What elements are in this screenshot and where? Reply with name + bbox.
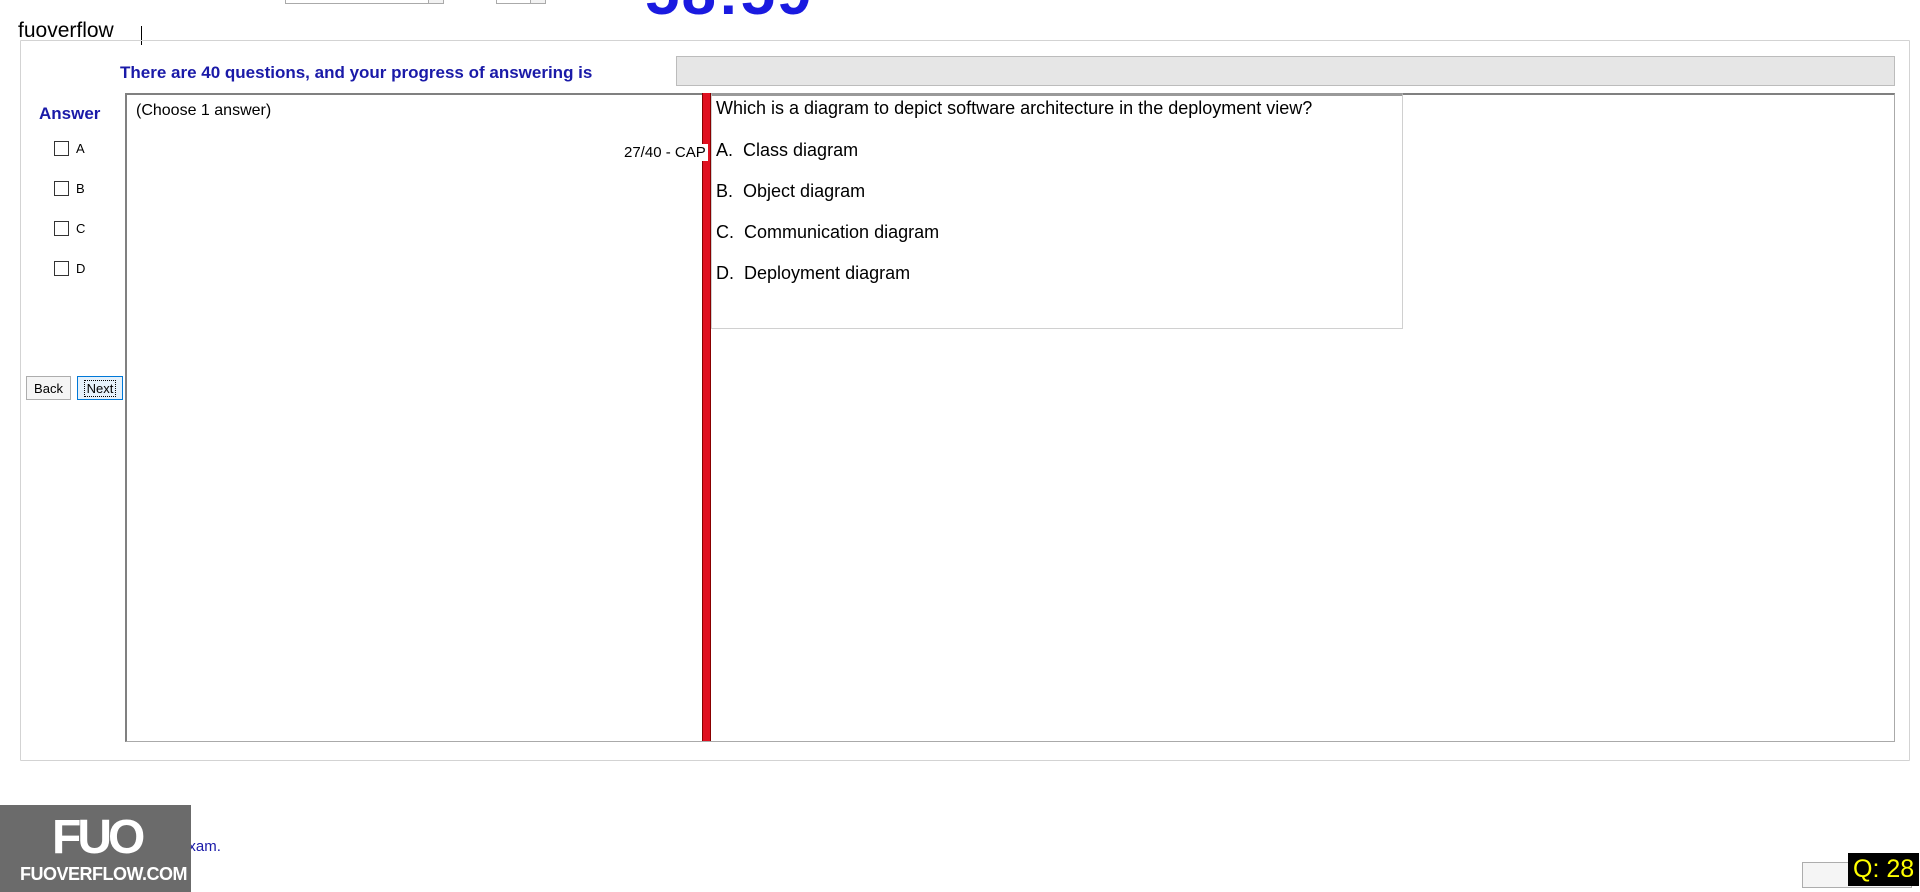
back-button[interactable]: Back	[26, 376, 71, 400]
spin-button[interactable]	[530, 0, 545, 3]
answer-title: Answer	[39, 104, 101, 123]
checkbox[interactable]	[54, 260, 69, 276]
choose-instruction: (Choose 1 answer)	[136, 102, 272, 119]
choice-label: B	[76, 180, 85, 196]
question-badge: Q: 28	[1848, 853, 1920, 886]
option-letter: B.	[716, 181, 734, 201]
choice-label: D	[76, 260, 86, 276]
exam-timer: 58:59	[645, 0, 814, 29]
progress-bar	[676, 56, 1895, 86]
option-a: A. Class diagram	[716, 140, 858, 161]
top-combo-box[interactable]	[285, 0, 444, 4]
answer-choice-d[interactable]: D	[54, 259, 85, 277]
option-text: Communication diagram	[744, 222, 940, 242]
answer-choice-b[interactable]: B	[54, 179, 85, 197]
progress-label: There are 40 questions, and your progres…	[120, 63, 593, 82]
checkbox[interactable]	[54, 180, 69, 196]
question-number-overlay: 27/40 - CAP	[622, 144, 708, 161]
checkbox[interactable]	[54, 140, 69, 156]
logo-text: FUOVERFLOW.COM	[20, 864, 188, 884]
logo-mark: FUO	[52, 811, 145, 864]
answer-choice-c[interactable]: C	[54, 219, 85, 237]
option-text: Deployment diagram	[744, 263, 911, 283]
option-d: D. Deployment diagram	[716, 263, 910, 284]
option-letter: A.	[716, 140, 734, 160]
answer-choice-a[interactable]: A	[54, 139, 85, 157]
option-letter: D.	[716, 263, 734, 283]
choice-label: A	[76, 140, 85, 156]
next-button-label: Next	[83, 379, 117, 397]
top-spin-box[interactable]	[496, 0, 546, 4]
combo-dropdown-button[interactable]	[428, 0, 443, 3]
choice-label: C	[76, 220, 86, 236]
question-text: Which is a diagram to depict software ar…	[716, 98, 1313, 118]
option-b: B. Object diagram	[716, 181, 865, 202]
splitter-divider[interactable]	[702, 93, 711, 741]
next-button[interactable]: Next	[77, 376, 123, 400]
fuoverflow-logo: FUO FUOVERFLOW.COM	[0, 805, 191, 892]
option-text: Class diagram	[743, 140, 859, 160]
option-letter: C.	[716, 222, 734, 242]
checkbox[interactable]	[54, 220, 69, 236]
question-content-box	[711, 93, 1403, 329]
option-text: Object diagram	[743, 181, 866, 201]
option-c: C. Communication diagram	[716, 222, 939, 243]
